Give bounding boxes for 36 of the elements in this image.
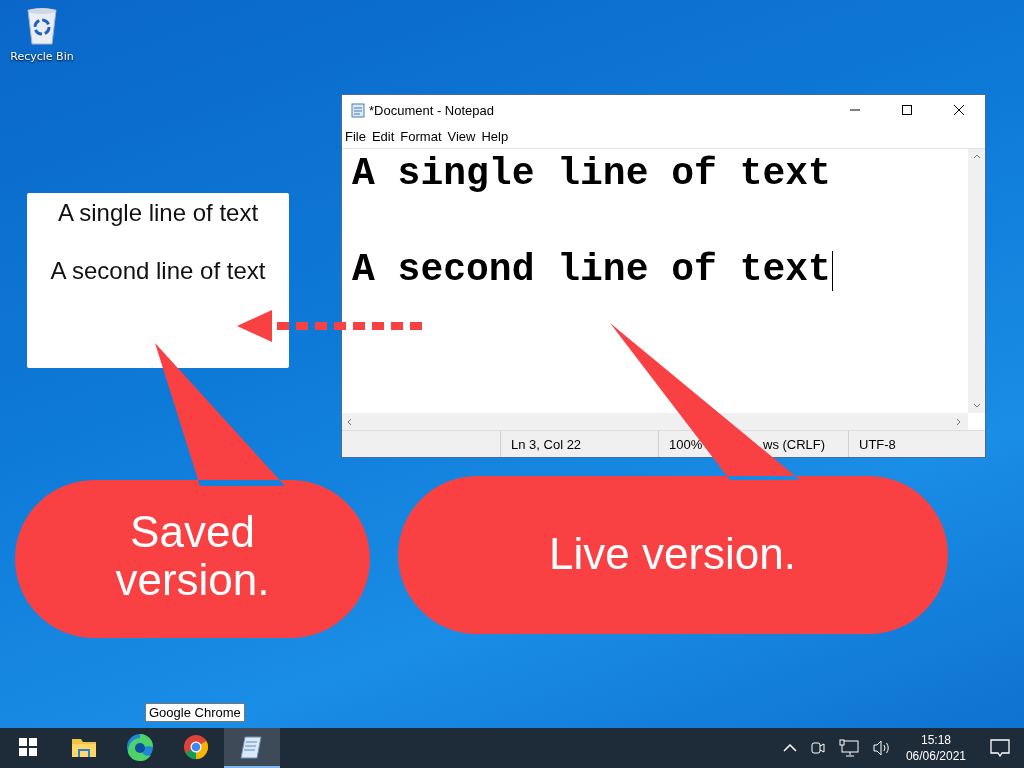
chevron-down-icon[interactable] — [972, 403, 981, 409]
icon-label[interactable]: Recycle Bin — [10, 50, 74, 63]
clock-date[interactable]: 06/06/2021 — [905, 748, 966, 764]
text-line: A second line of text — [50, 257, 266, 285]
text-line: A single line of text — [352, 151, 831, 195]
horizontal-scrollbar[interactable] — [342, 413, 968, 430]
browser-icon — [183, 734, 209, 760]
callout-text: Live version. — [548, 530, 797, 579]
chevron-right-icon[interactable] — [956, 417, 962, 426]
vertical-scrollbar[interactable] — [968, 149, 985, 413]
clock-time[interactable]: 15:18 — [920, 732, 951, 748]
text-line: A single line of text — [57, 199, 259, 227]
text-cursor — [831, 250, 833, 291]
notepad-icon — [350, 102, 366, 118]
text-line: A second line of text — [352, 247, 831, 291]
recycle-bin-icon[interactable] — [24, 6, 60, 46]
chevron-left-icon[interactable] — [346, 417, 352, 426]
menu-item[interactable]: Edit — [371, 129, 395, 144]
status-cell-text: ws (CRLF) — [763, 435, 827, 454]
taskbar-button[interactable] — [224, 728, 280, 768]
menu-item[interactable]: File — [345, 129, 366, 144]
menu-item[interactable]: Help — [481, 129, 509, 144]
window-title: *Document - Notepad — [369, 102, 494, 118]
swirl-icon — [126, 733, 154, 761]
notepad-icon — [239, 734, 265, 760]
text-area[interactable]: A single line of text A second line of text — [342, 149, 968, 413]
close-icon — [953, 104, 965, 116]
menu-item[interactable]: View — [447, 129, 476, 144]
callout-text: Saved version. — [114, 508, 271, 605]
maximize-icon — [901, 104, 913, 116]
status-cell: Ln 3, Col 22 — [500, 431, 658, 457]
tooltip: Google Chrome — [145, 703, 245, 722]
status-cell: UTF-8 — [848, 431, 985, 457]
folder-icon — [71, 736, 97, 758]
windows-logo-icon — [19, 738, 37, 756]
menu-item[interactable]: Format — [400, 129, 442, 144]
